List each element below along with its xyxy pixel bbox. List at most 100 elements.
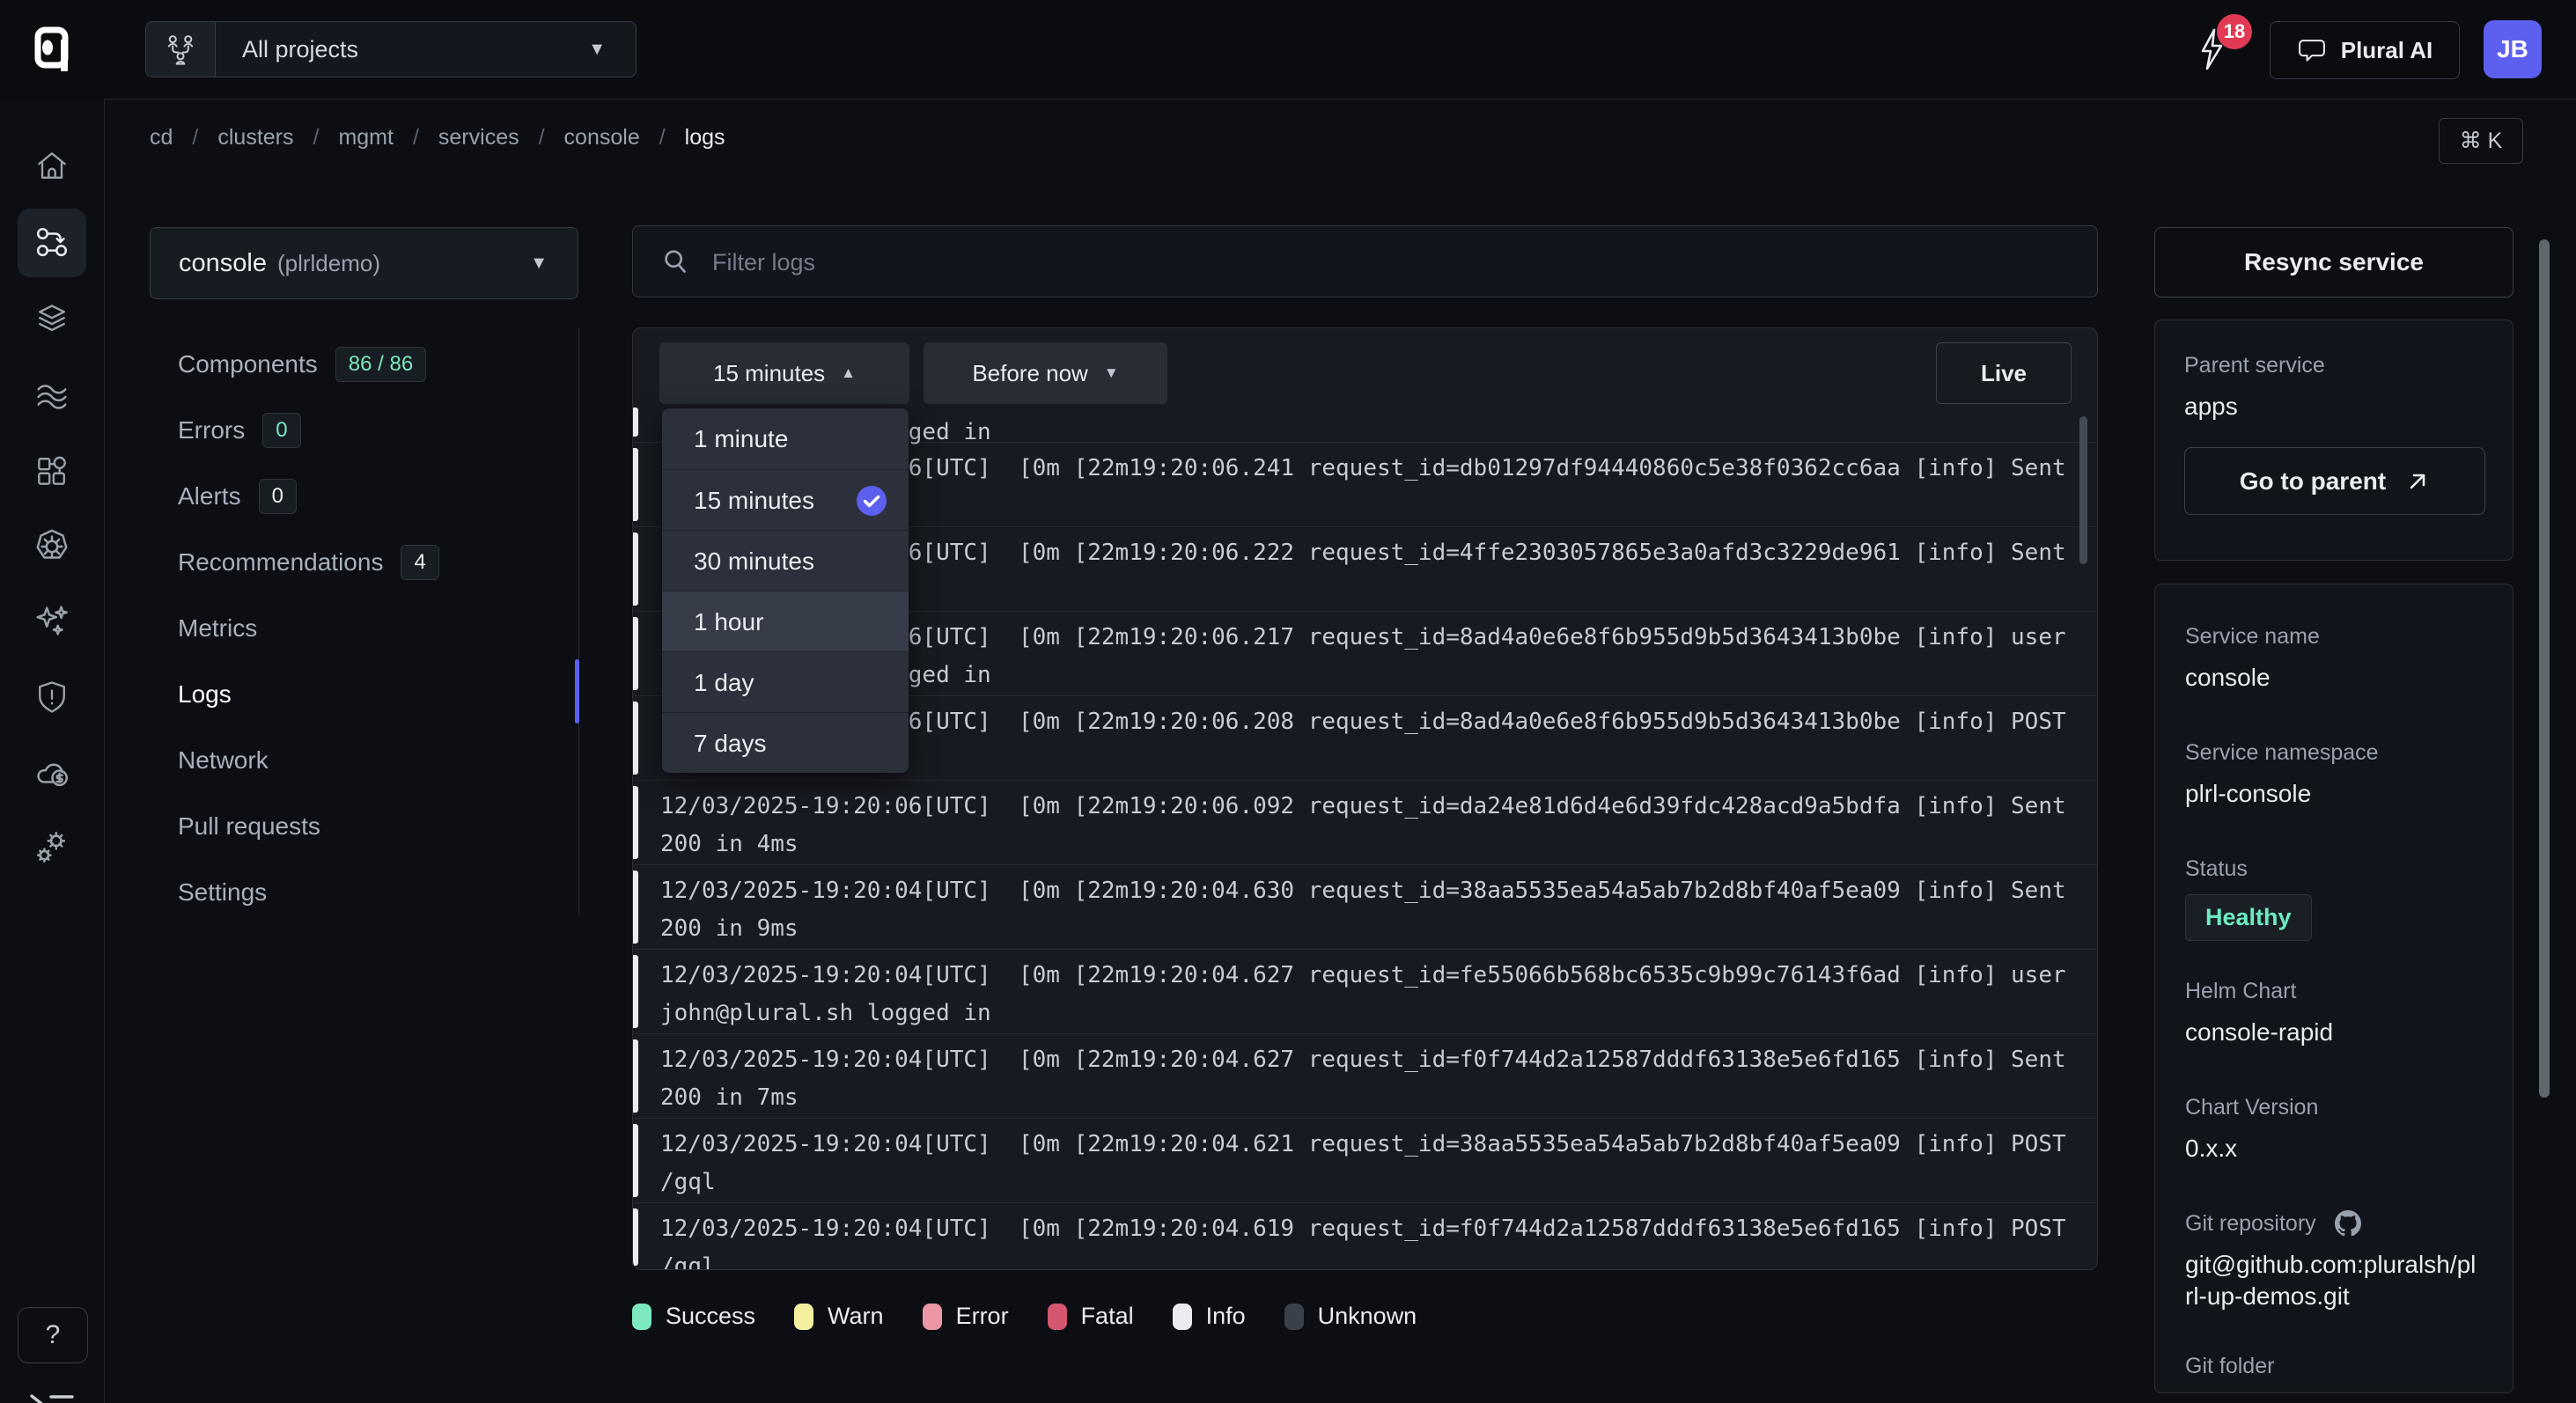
log-scrollbar[interactable]: [2079, 416, 2087, 564]
sidebar-item-label: Errors: [178, 416, 245, 444]
legend-label: Warn: [828, 1303, 884, 1330]
sidebar-item-pull-requests[interactable]: Pull requests: [178, 793, 556, 859]
arrow-up-right-icon: [2405, 469, 2430, 494]
log-level-indicator-info: [633, 1124, 638, 1197]
plural-logo-icon[interactable]: [33, 26, 76, 72]
log-row[interactable]: 12/03/2025-19:20:04[UTC] [0m [22m19:20:0…: [633, 1203, 2097, 1270]
log-level-indicator-info: [633, 448, 638, 521]
help-button[interactable]: ?: [18, 1307, 88, 1363]
breadcrumb-separator: /: [659, 125, 666, 151]
sidebar-item-label: Settings: [178, 878, 267, 907]
git-repository-label-text: Git repository: [2185, 1211, 2316, 1236]
sidebar-item-network[interactable]: Network: [178, 727, 556, 793]
legend-label: Error: [956, 1303, 1009, 1330]
time-range-button[interactable]: 15 minutes ▲: [659, 342, 909, 404]
terminal-icon[interactable]: [25, 1385, 79, 1403]
breadcrumb-current: logs: [685, 125, 725, 151]
dropdown-option-label: 15 minutes: [694, 487, 814, 514]
home-icon[interactable]: [18, 132, 86, 201]
security-shield-icon[interactable]: [18, 663, 86, 731]
sidebar-item-components[interactable]: Components 86 / 86: [178, 331, 556, 397]
chevron-down-icon: ▼: [588, 40, 606, 60]
breadcrumb-item[interactable]: cd: [150, 125, 173, 151]
ai-sparkles-icon[interactable]: [18, 586, 86, 655]
breadcrumb-separator: /: [313, 125, 320, 151]
log-level-indicator-info: [633, 702, 638, 775]
log-row[interactable]: 12/03/2025-19:20:04[UTC] [0m [22m19:20:0…: [633, 950, 2097, 1034]
status-badge: Healthy: [2185, 894, 2312, 941]
dropdown-option-30-minutes[interactable]: 30 minutes: [662, 530, 909, 591]
legend-item-error: Error: [923, 1303, 1009, 1330]
sidebar-item-label: Metrics: [178, 614, 257, 643]
project-selector[interactable]: All projects ▼: [145, 21, 637, 77]
plural-console-app: All projects ▼ 18 Plural AI JB: [0, 0, 2576, 1403]
sidebar-item-logs[interactable]: Logs: [178, 661, 556, 727]
log-row[interactable]: 12/03/2025-19:20:04[UTC] [0m [22m19:20:0…: [633, 1119, 2097, 1203]
command-palette-shortcut[interactable]: ⌘ K: [2439, 118, 2523, 164]
chevron-down-icon: ▼: [530, 253, 548, 274]
log-row[interactable]: 12/03/2025-19:20:04[UTC] [0m [22m19:20:0…: [633, 865, 2097, 950]
service-selector[interactable]: console (plrldemo) ▼: [150, 227, 578, 299]
breadcrumb-item[interactable]: mgmt: [338, 125, 394, 151]
active-tab-indicator: [575, 659, 579, 724]
log-level-indicator-info: [633, 1208, 638, 1266]
log-row[interactable]: 12/03/2025-19:20:06[UTC] [0m [22m19:20:0…: [633, 781, 2097, 865]
dropdown-option-15-minutes[interactable]: 15 minutes: [662, 469, 909, 530]
notifications-button[interactable]: 18: [2192, 26, 2254, 88]
dropdown-option-7-days[interactable]: 7 days: [662, 712, 909, 773]
service-menu: Components 86 / 86 Errors 0 Alerts 0 Rec…: [178, 331, 556, 925]
chat-icon: [2297, 35, 2327, 65]
kubernetes-icon[interactable]: [18, 512, 86, 581]
live-toggle-button[interactable]: Live: [1936, 342, 2072, 404]
time-range-label: 15 minutes: [713, 360, 825, 387]
helm-chart-value: console-rapid: [2185, 1017, 2483, 1048]
log-row[interactable]: 12/03/2025-19:20:04[UTC] [0m [22m19:20:0…: [633, 1034, 2097, 1119]
live-label: Live: [1981, 360, 2027, 387]
sidebar-item-alerts[interactable]: Alerts 0: [178, 463, 556, 529]
cost-management-icon[interactable]: [18, 738, 86, 806]
stacks-icon[interactable]: [18, 285, 86, 354]
project-selector-label: All projects: [242, 36, 358, 63]
menu-divider: [578, 327, 579, 915]
log-level-indicator-info: [633, 408, 638, 437]
sidebar-item-settings[interactable]: Settings: [178, 859, 556, 925]
log-level-indicator-info: [633, 786, 638, 859]
resync-service-button[interactable]: Resync service: [2154, 227, 2513, 297]
flows-icon[interactable]: [18, 362, 86, 430]
plural-ai-button[interactable]: Plural AI: [2270, 21, 2460, 79]
page-scrollbar[interactable]: [2539, 239, 2550, 1098]
sidebar-item-recommendations[interactable]: Recommendations 4: [178, 529, 556, 595]
service-selector-name: console: [179, 249, 267, 278]
breadcrumb-item[interactable]: clusters: [217, 125, 293, 151]
legend-item-fatal: Fatal: [1048, 1303, 1134, 1330]
dropdown-option-1-minute[interactable]: 1 minute: [662, 408, 909, 469]
time-anchor-button[interactable]: Before now ▼: [924, 342, 1167, 404]
git-repository-label: Git repository: [2185, 1210, 2483, 1237]
nav-rail: ? v0.1...: [0, 99, 105, 1403]
blueprints-icon[interactable]: [18, 437, 86, 505]
filter-logs-input[interactable]: [710, 226, 2070, 298]
legend-label: Info: [1206, 1303, 1246, 1330]
dropdown-option-1-day[interactable]: 1 day: [662, 651, 909, 712]
sidebar-item-label: Alerts: [178, 482, 241, 511]
continuous-deployment-icon[interactable]: [18, 209, 86, 277]
chart-version-value: 0.x.x: [2185, 1133, 2483, 1164]
user-avatar[interactable]: JB: [2484, 20, 2542, 78]
service-details-card: Service name console Service namespace p…: [2154, 584, 2513, 1393]
breadcrumb-item[interactable]: services: [438, 125, 519, 151]
git-repository-value: git@github.com:pluralsh/plrl-up-demos.gi…: [2185, 1249, 2483, 1312]
go-to-parent-button[interactable]: Go to parent: [2184, 447, 2485, 515]
settings-gears-icon[interactable]: [18, 813, 86, 882]
helm-chart-label: Helm Chart: [2185, 978, 2483, 1004]
legend-item-unknown: Unknown: [1284, 1303, 1417, 1330]
git-folder-label: Git folder: [2185, 1353, 2483, 1379]
sidebar-item-metrics[interactable]: Metrics: [178, 595, 556, 661]
log-level-indicator-info: [633, 617, 638, 690]
breadcrumb-item[interactable]: console: [564, 125, 640, 151]
search-icon: [659, 246, 693, 279]
error-swatch: [923, 1304, 942, 1330]
parent-service-card: Parent service apps Go to parent: [2154, 320, 2513, 561]
service-selector-qualifier: (plrldemo): [277, 250, 380, 277]
sidebar-item-errors[interactable]: Errors 0: [178, 397, 556, 463]
dropdown-option-1-hour[interactable]: 1 hour: [662, 591, 909, 651]
